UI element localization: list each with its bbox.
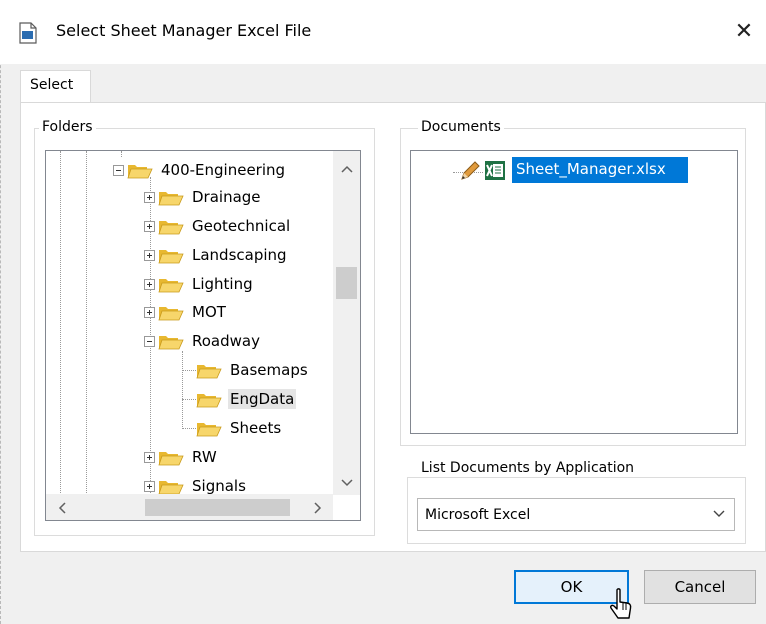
open-folder-icon bbox=[158, 480, 184, 494]
folders-group-label: Folders bbox=[39, 119, 96, 135]
tree-item-lighting[interactable]: Lighting bbox=[144, 270, 255, 298]
scroll-up-icon[interactable] bbox=[341, 164, 353, 174]
tree-item-label: Drainage bbox=[192, 188, 261, 206]
open-folder-icon bbox=[196, 393, 222, 407]
tree-guide-line bbox=[182, 351, 183, 429]
tree-item-label: MOT bbox=[192, 303, 226, 321]
tree-item-engdata[interactable]: EngData bbox=[196, 385, 297, 413]
open-folder-icon bbox=[158, 191, 184, 205]
chevron-down-icon[interactable] bbox=[712, 506, 726, 520]
open-folder-icon bbox=[158, 220, 184, 234]
scroll-down-icon[interactable] bbox=[341, 478, 353, 488]
expand-icon[interactable] bbox=[144, 306, 155, 318]
tree-item-roadway[interactable]: Roadway bbox=[144, 327, 262, 355]
open-folder-icon bbox=[158, 451, 184, 465]
open-folder-icon bbox=[158, 306, 184, 320]
application-filter-label: List Documents by Application bbox=[418, 460, 638, 476]
open-folder-icon bbox=[127, 164, 153, 178]
tree-item-label: Geotechnical bbox=[192, 217, 291, 235]
window-edge bbox=[0, 0, 10, 624]
close-button[interactable]: ✕ bbox=[722, 12, 766, 52]
tree-item-400-engineering[interactable]: 400-Engineering bbox=[113, 156, 287, 184]
tree-item-landscaping[interactable]: Landscaping bbox=[144, 241, 289, 269]
document-icon bbox=[19, 22, 37, 44]
tree-guide-line bbox=[182, 370, 196, 371]
expand-icon[interactable] bbox=[144, 278, 155, 290]
expand-icon[interactable] bbox=[144, 480, 155, 492]
tree-guide-line bbox=[182, 399, 196, 400]
tree-item-rw[interactable]: RW bbox=[144, 443, 219, 471]
tree-item-label: 400-Engineering bbox=[161, 161, 286, 179]
mouse-cursor-icon bbox=[610, 588, 632, 619]
cancel-button[interactable]: Cancel bbox=[644, 570, 756, 604]
open-folder-icon bbox=[196, 364, 222, 378]
open-folder-icon bbox=[158, 249, 184, 263]
tree-item-label: Signals bbox=[192, 477, 246, 495]
expand-icon[interactable] bbox=[144, 451, 155, 463]
select-file-dialog: Select Sheet Manager Excel File ✕ Select… bbox=[0, 0, 766, 624]
window-title: Select Sheet Manager Excel File bbox=[56, 21, 312, 40]
tree-item-drainage[interactable]: Drainage bbox=[144, 183, 263, 211]
tree-guide-line bbox=[60, 151, 61, 520]
tree-guide-line bbox=[86, 151, 87, 520]
open-folder-icon bbox=[158, 335, 184, 349]
expand-icon[interactable] bbox=[144, 220, 155, 232]
collapse-icon[interactable] bbox=[113, 164, 124, 176]
tree-item-label: Lighting bbox=[192, 275, 253, 293]
scroll-left-icon[interactable] bbox=[57, 502, 67, 514]
tree-item-mot[interactable]: MOT bbox=[144, 298, 228, 326]
tree-item-label: Landscaping bbox=[192, 246, 287, 264]
documents-list[interactable] bbox=[410, 150, 738, 434]
tree-item-basemaps[interactable]: Basemaps bbox=[196, 356, 310, 384]
tree-item-sheets[interactable]: Sheets bbox=[196, 414, 283, 442]
tree-item-label: Sheets bbox=[230, 419, 282, 437]
title-bar[interactable]: Select Sheet Manager Excel File ✕ bbox=[0, 0, 766, 64]
close-icon: ✕ bbox=[734, 19, 754, 44]
tree-item-label: Basemaps bbox=[230, 361, 308, 379]
expand-icon[interactable] bbox=[144, 249, 155, 261]
document-item-sheet-manager[interactable]: Sheet_Manager.xlsx bbox=[512, 157, 688, 183]
tree-guide-line bbox=[182, 428, 196, 429]
pencil-icon bbox=[461, 161, 480, 180]
vertical-scroll-thumb[interactable] bbox=[336, 267, 357, 299]
open-folder-icon bbox=[158, 278, 184, 292]
application-select[interactable]: Microsoft Excel bbox=[417, 498, 735, 531]
tab-select[interactable]: Select bbox=[20, 70, 91, 103]
tree-item-label: Roadway bbox=[192, 332, 260, 350]
horizontal-scroll-thumb[interactable] bbox=[145, 499, 290, 516]
collapse-icon[interactable] bbox=[144, 335, 155, 347]
expand-icon[interactable] bbox=[144, 191, 155, 203]
tree-item-geotechnical[interactable]: Geotechnical bbox=[144, 212, 292, 240]
vertical-scrollbar[interactable] bbox=[333, 151, 360, 495]
documents-group-label: Documents bbox=[418, 119, 504, 135]
tree-item-label: EngData bbox=[228, 389, 297, 409]
scroll-right-icon[interactable] bbox=[313, 502, 323, 514]
excel-icon bbox=[485, 161, 505, 180]
tree-item-label: RW bbox=[192, 448, 217, 466]
open-folder-icon bbox=[196, 422, 222, 436]
